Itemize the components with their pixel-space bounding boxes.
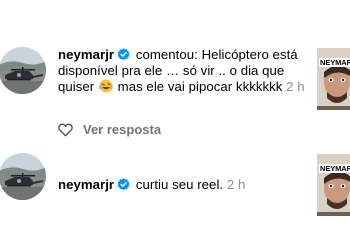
heart-icon[interactable]: [58, 123, 73, 137]
avatar[interactable]: [0, 153, 46, 200]
verified-badge-icon: [117, 48, 130, 61]
rolling-on-floor-laughing-emoji-icon: [99, 79, 113, 93]
notification-text: neymarjr curtiu seu reel. 2 h: [58, 177, 313, 193]
notification-action: curtiu seu reel.: [135, 177, 224, 192]
reply-row: Ver resposta: [58, 122, 161, 137]
thumbnail-caption: NEYMAR PRO X: [319, 164, 350, 173]
reel-thumbnail[interactable]: NEYMAR PRO X: [317, 48, 350, 110]
username[interactable]: neymarjr: [58, 47, 114, 62]
comment-text-part2: mas ele vai pipocar kkkkkkk: [117, 79, 283, 95]
avatar[interactable]: [0, 47, 46, 94]
view-replies-link[interactable]: Ver resposta: [83, 122, 161, 137]
timestamp: 2 h: [286, 79, 305, 95]
notification-action: comentou:: [135, 47, 198, 62]
reel-thumbnail[interactable]: NEYMAR PRO X: [317, 154, 350, 216]
verified-badge-icon: [117, 178, 130, 191]
timestamp: 2 h: [226, 177, 246, 192]
username[interactable]: neymarjr: [58, 177, 114, 192]
thumbnail-caption: NEYMAR PRO X: [319, 58, 350, 67]
notification-text: neymarjr comentou: Helicóptero está disp…: [58, 47, 313, 96]
